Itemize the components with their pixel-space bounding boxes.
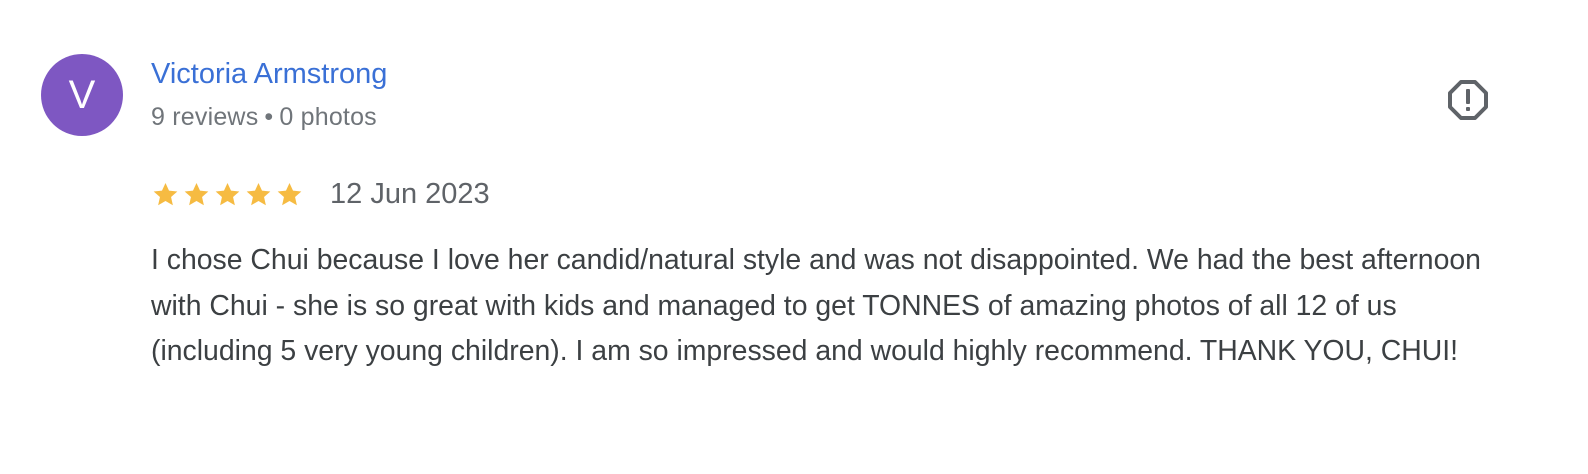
reviews-count: 9 reviews [151,103,259,131]
rating-row: 12 Jun 2023 [151,174,490,214]
reviewer-stats: 9 reviews • 0 photos [151,103,377,132]
review-card: V Victoria Armstrong 9 reviews • 0 photos … [0,0,1588,474]
star-icon [215,182,240,205]
reviewer-name-link[interactable]: Victoria Armstrong [151,58,387,91]
separator-dot: • [264,103,274,131]
report-flag-icon [1448,80,1488,120]
avatar[interactable]: V [41,54,123,136]
star-rating [151,180,304,209]
review-text: I chose Chui because I love her candid/n… [151,244,1481,367]
star-icon [153,182,178,205]
review-date: 12 Jun 2023 [330,177,490,210]
report-review-button[interactable] [1444,76,1492,124]
star-icon [246,182,271,205]
star-icon [184,182,209,205]
photos-count: 0 photos [279,103,377,131]
star-icon [277,182,302,205]
